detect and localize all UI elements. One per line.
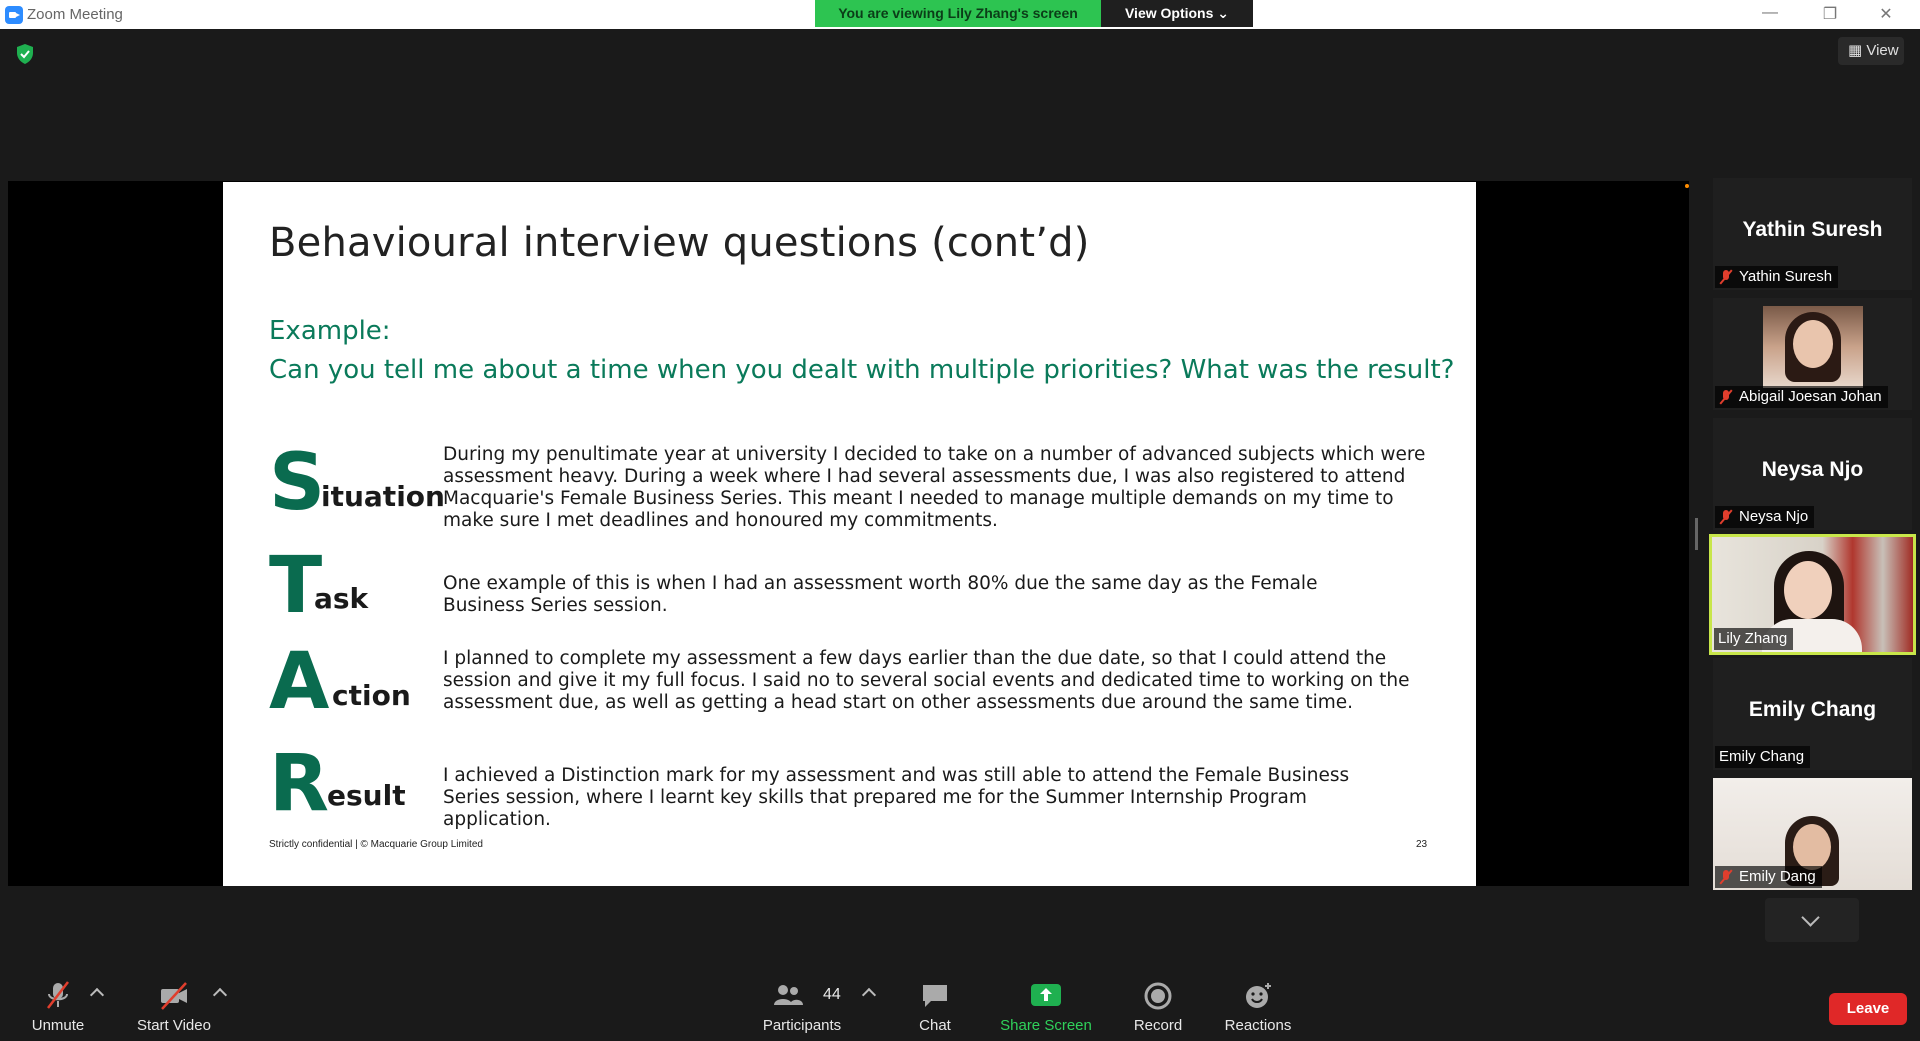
- star-word-situation: ituation: [321, 480, 445, 513]
- video-off-icon: [161, 982, 187, 1010]
- participant-name-tag: Lily Zhang: [1714, 628, 1794, 650]
- participant-tile[interactable]: Emily Chang Emily Chang: [1713, 658, 1912, 770]
- chat-label: Chat: [919, 1017, 951, 1034]
- muted-mic-icon: [1719, 389, 1733, 405]
- star-text-result: I achieved a Distinction mark for my ass…: [443, 765, 1350, 830]
- example-question: Can you tell me about a time when you de…: [269, 355, 1455, 385]
- participant-display-name: Neysa Njo: [1761, 458, 1864, 481]
- participant-face: [1784, 561, 1832, 619]
- chat-button[interactable]: Chat: [900, 975, 970, 1041]
- participant-name-tag: Yathin Suresh: [1715, 266, 1839, 288]
- participant-tile[interactable]: Yathin Suresh Yathin Suresh: [1713, 178, 1912, 290]
- participant-name-tag: Emily Chang: [1715, 746, 1811, 768]
- record-icon: [1144, 982, 1172, 1010]
- start-video-button[interactable]: Start Video: [130, 975, 218, 1041]
- chevron-down-icon: ⌄: [1217, 5, 1230, 21]
- unmute-label: Unmute: [31, 1017, 85, 1034]
- view-layout-button[interactable]: ▦ View: [1838, 37, 1904, 65]
- participant-name: Neysa Njo: [1739, 508, 1809, 525]
- participant-tile-active-speaker[interactable]: Lily Zhang: [1709, 534, 1916, 655]
- view-label: View: [1866, 42, 1899, 59]
- muted-mic-icon: [1719, 269, 1733, 285]
- muted-mic-icon: [1719, 509, 1733, 525]
- viewing-screen-banner: You are viewing Lily Zhang's screen: [815, 0, 1101, 27]
- participants-icon: [774, 985, 804, 1005]
- reactions-icon: [1246, 983, 1271, 1008]
- participant-name-tag: Emily Dang: [1715, 866, 1822, 888]
- view-options-label: View Options: [1124, 5, 1214, 21]
- panel-resize-handle[interactable]: [1695, 518, 1698, 550]
- participant-name: Abigail Joesan Johan: [1739, 388, 1882, 405]
- star-text-action: I planned to complete my assessment a fe…: [443, 648, 1410, 713]
- share-screen-label: Share Screen: [1000, 1017, 1092, 1034]
- participants-button[interactable]: Participants: [756, 975, 848, 1041]
- chat-icon: [923, 985, 947, 1007]
- participant-tile[interactable]: Emily Dang: [1713, 778, 1912, 890]
- slide-footer: Strictly confidential | © Macquarie Grou…: [269, 839, 483, 850]
- restore-button[interactable]: ❐: [1810, 4, 1850, 24]
- star-word-task: ask: [314, 582, 369, 615]
- participants-label: Participants: [762, 1017, 842, 1034]
- record-button[interactable]: Record: [1124, 975, 1192, 1041]
- leave-button[interactable]: Leave: [1829, 993, 1907, 1025]
- participant-face: [1793, 824, 1831, 870]
- window-title: Zoom Meeting: [27, 6, 123, 23]
- mic-muted-icon: [47, 981, 69, 1009]
- participant-name: Emily Chang: [1719, 748, 1805, 765]
- participant-name-tag: Abigail Joesan Johan: [1715, 386, 1888, 408]
- participant-name: Yathin Suresh: [1739, 268, 1833, 285]
- participant-video: [1763, 306, 1863, 388]
- security-shield-icon[interactable]: [14, 43, 36, 65]
- participant-display-name: Yathin Suresh: [1742, 218, 1883, 241]
- star-letter-a: A: [269, 637, 330, 727]
- reactions-label: Reactions: [1224, 1017, 1292, 1034]
- participant-display-name: Emily Chang: [1748, 698, 1877, 721]
- muted-mic-icon: [1719, 869, 1733, 885]
- example-label: Example:: [269, 316, 391, 346]
- view-options-button[interactable]: View Options ⌄: [1101, 0, 1253, 27]
- participant-tile[interactable]: Abigail Joesan Johan: [1713, 298, 1912, 410]
- star-text-situation: During my penultimate year at university…: [443, 444, 1426, 531]
- share-screen-button[interactable]: Share Screen: [998, 975, 1094, 1041]
- more-participants-button[interactable]: [1765, 898, 1859, 942]
- participants-options-caret[interactable]: [861, 987, 877, 1003]
- star-word-action: ction: [332, 679, 411, 712]
- participants-count: 44: [823, 986, 841, 1003]
- share-screen-icon: [1031, 984, 1061, 1006]
- star-word-result: esult: [327, 779, 406, 812]
- participant-name: Lily Zhang: [1718, 630, 1788, 647]
- participant-tile[interactable]: Neysa Njo Neysa Njo: [1713, 418, 1912, 530]
- star-letter-r: R: [269, 739, 330, 829]
- record-label: Record: [1133, 1017, 1183, 1034]
- participant-name: Emily Dang: [1739, 868, 1816, 885]
- participant-face: [1793, 320, 1833, 368]
- zoom-app-icon: [5, 6, 23, 24]
- star-letter-s: S: [269, 438, 326, 528]
- start-video-label: Start Video: [137, 1017, 211, 1034]
- slide-title: Behavioural interview questions (cont’d): [269, 220, 1090, 266]
- star-text-task: One example of this is when I had an ass…: [443, 573, 1318, 616]
- participant-name-tag: Neysa Njo: [1715, 506, 1815, 528]
- unmute-button[interactable]: Unmute: [18, 975, 98, 1041]
- minimize-button[interactable]: —: [1750, 4, 1790, 24]
- slide-page-number: 23: [1416, 839, 1428, 850]
- close-button[interactable]: ✕: [1866, 4, 1906, 24]
- reactions-button[interactable]: Reactions: [1218, 975, 1298, 1041]
- presentation-slide: Behavioural interview questions (cont’d)…: [223, 182, 1476, 886]
- recording-indicator-dot: [1685, 184, 1689, 188]
- grid-icon: ▦: [1848, 42, 1863, 59]
